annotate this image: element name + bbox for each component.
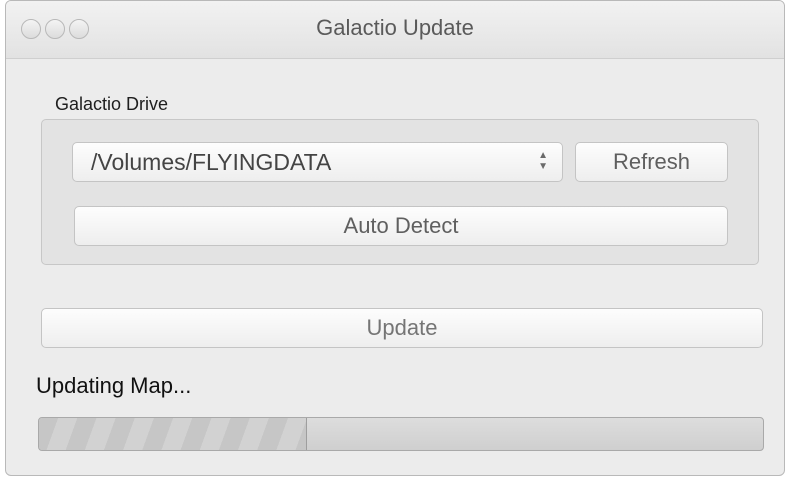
- status-text: Updating Map...: [36, 373, 192, 398]
- selected-volume: /Volumes/FLYINGDATA: [91, 148, 332, 175]
- title-bar[interactable]: Galactio Update: [6, 1, 784, 59]
- progress-bar: [38, 417, 764, 451]
- window-title: Galactio Update: [316, 15, 474, 40]
- update-button[interactable]: Update: [41, 308, 763, 348]
- refresh-button[interactable]: Refresh: [575, 142, 728, 182]
- progress-fill: [39, 418, 307, 450]
- updown-chevron-icon: ▲ ▼: [538, 150, 548, 172]
- galactio-drive-label: Galactio Drive: [55, 94, 169, 114]
- auto-detect-button[interactable]: Auto Detect: [74, 206, 728, 246]
- volume-select[interactable]: /Volumes/FLYINGDATA ▲ ▼: [72, 142, 563, 182]
